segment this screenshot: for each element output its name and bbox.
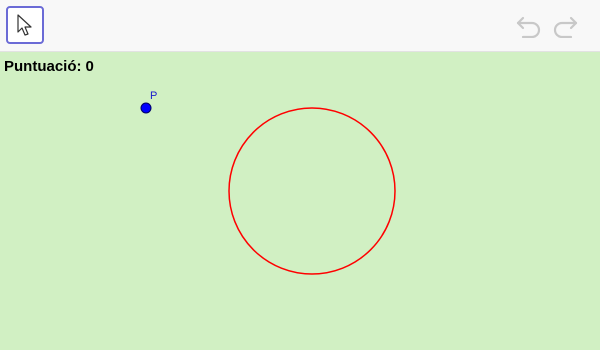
point-p-label: P bbox=[150, 90, 157, 102]
undo-icon bbox=[516, 16, 541, 38]
cursor-arrow-icon bbox=[17, 14, 32, 36]
graphics-view[interactable]: Puntuació: 0 P bbox=[0, 52, 600, 350]
redo-button[interactable] bbox=[550, 12, 580, 40]
target-circle[interactable] bbox=[228, 107, 396, 275]
drawing-layer: P bbox=[140, 90, 396, 275]
move-tool-button[interactable] bbox=[6, 6, 44, 44]
toolbar bbox=[0, 0, 600, 52]
undo-button[interactable] bbox=[514, 12, 544, 40]
geogebra-app: Puntuació: 0 P bbox=[0, 0, 600, 350]
redo-icon bbox=[553, 16, 578, 38]
point-p[interactable] bbox=[140, 102, 152, 114]
